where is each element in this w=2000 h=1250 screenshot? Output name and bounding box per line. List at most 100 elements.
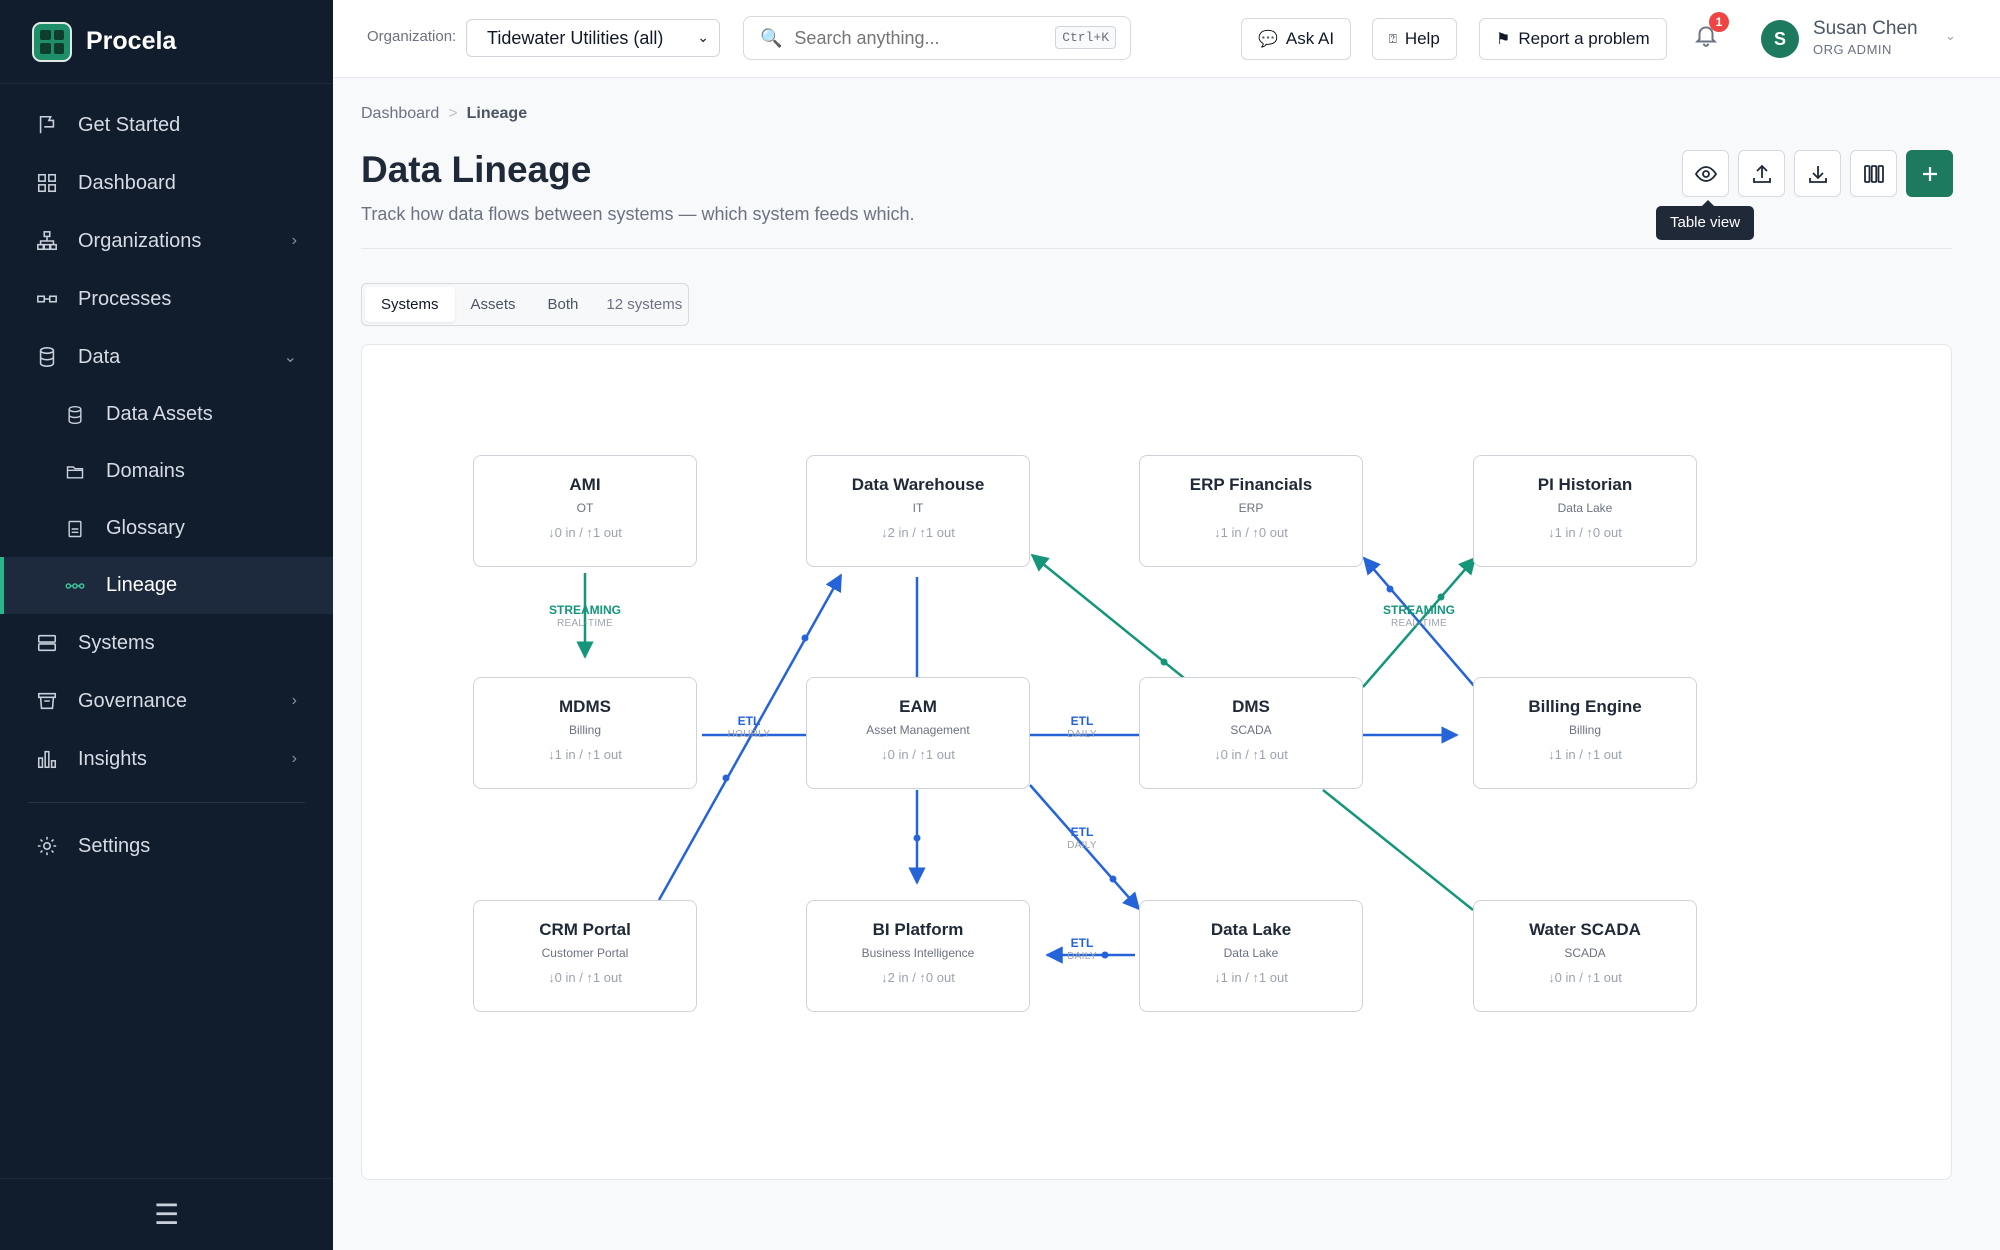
table-view-button[interactable] [1850,150,1897,197]
tab-assets[interactable]: Assets [455,287,532,322]
edge-wscada-dms[interactable] [1322,789,1474,911]
node-counts: ↓1 in / ↑0 out [1548,525,1622,540]
download-icon [1808,165,1827,183]
node-pi-historian[interactable]: PI Historian Data Lake ↓1 in / ↑0 out [1473,455,1697,567]
sidebar-item-data-assets[interactable]: Data Assets [0,386,333,443]
brand[interactable]: Procela [0,0,333,84]
user-role: ORG ADMIN [1813,42,1892,57]
edge-dms-dw[interactable] [1030,553,1185,679]
node-counts: ↓1 in / ↑1 out [1214,970,1288,985]
node-crm-portal[interactable]: CRM Portal Customer Portal ↓0 in / ↑1 ou… [473,900,697,1012]
upload-button[interactable] [1738,150,1785,197]
menu-icon: ☰ [153,1199,180,1230]
upload-icon [1752,164,1771,183]
node-subtitle: Asset Management [866,723,970,737]
node-subtitle: Data Lake [1223,946,1279,960]
node-subtitle: SCADA [1564,946,1606,960]
sidebar-item-label: Data Assets [106,403,213,425]
node-dms[interactable]: DMS SCADA ↓0 in / ↑1 out [1139,677,1363,789]
ask-ai-label: Ask AI [1285,29,1335,48]
node-counts: ↓1 in / ↑1 out [548,747,622,762]
sidebar-item-settings[interactable]: Settings [0,817,333,875]
edge-type: STREAMING [1383,603,1455,617]
node-data-warehouse[interactable]: Data Warehouse IT ↓2 in / ↑1 out [806,455,1030,567]
sidebar-item-dashboard[interactable]: Dashboard [0,154,333,212]
sidebar-item-organizations[interactable]: Organizations › [0,212,333,270]
search-box[interactable]: 🔍 Ctrl+K [743,16,1131,60]
help-button[interactable]: ⍰ Help [1372,18,1457,60]
node-water-scada[interactable]: Water SCADA SCADA ↓0 in / ↑1 out [1473,900,1697,1012]
search-input[interactable] [794,27,1065,49]
collapse-sidebar-button[interactable]: ☰ [0,1178,333,1250]
topbar: Organization: Tidewater Utilities (all) … [333,0,2000,78]
gear-icon [34,833,60,859]
sidebar-item-get-started[interactable]: Get Started [0,96,333,154]
node-counts: ↓0 in / ↑1 out [548,525,622,540]
report-problem-button[interactable]: ⚑ Report a problem [1479,18,1667,60]
sidebar-item-insights[interactable]: Insights › [0,730,333,788]
edge-label-streaming: STREAMING REAL-TIME [545,603,625,631]
ask-ai-button[interactable]: 💬 Ask AI [1241,18,1352,60]
view-button[interactable] [1682,150,1729,197]
node-mdms[interactable]: MDMS Billing ↓1 in / ↑1 out [473,677,697,789]
edge-frequency: DAILY [1067,951,1097,962]
add-button[interactable] [1906,150,1953,197]
sidebar-item-label: Governance [78,689,187,712]
search-icon: 🔍 [760,27,783,48]
edge-dot [913,834,921,842]
tab-both[interactable]: Both [532,287,595,322]
user-name[interactable]: Susan Chen [1813,18,1918,40]
grid-icon [34,170,60,196]
lineage-canvas[interactable]: AMI OT ↓0 in / ↑1 out Data Warehouse IT … [361,344,1952,1180]
divider [361,248,1952,249]
node-data-lake[interactable]: Data Lake Data Lake ↓1 in / ↑1 out [1139,900,1363,1012]
node-erp-financials[interactable]: ERP Financials ERP ↓1 in / ↑0 out [1139,455,1363,567]
tab-systems[interactable]: Systems [365,287,455,322]
node-subtitle: Billing [1568,723,1601,737]
sidebar-item-label: Processes [78,287,172,310]
node-subtitle: IT [912,501,924,515]
breadcrumb-link[interactable]: Dashboard [361,105,439,122]
chevron-right-icon: › [291,232,297,249]
flag-icon [34,112,60,138]
node-ami[interactable]: AMI OT ↓0 in / ↑1 out [473,455,697,567]
edge-dot [1386,585,1394,593]
node-bi-platform[interactable]: BI Platform Business Intelligence ↓2 in … [806,900,1030,1012]
node-subtitle: SCADA [1230,723,1272,737]
book-icon [62,516,88,542]
page-title: Data Lineage [361,149,592,190]
node-title: Data Lake [1210,920,1292,939]
sidebar-item-governance[interactable]: Governance › [0,672,333,730]
org-select[interactable]: Tidewater Utilities (all) ⌄ [466,19,720,57]
sidebar-item-label: Dashboard [78,171,176,194]
sidebar-item-systems[interactable]: Systems [0,614,333,672]
sidebar-item-data[interactable]: Data ⌄ [0,328,333,386]
sidebar-item-processes[interactable]: Processes [0,270,333,328]
chevron-down-icon[interactable]: ⌄ [1945,28,1956,44]
edge-label-etl: ETL DAILY [1052,936,1112,964]
node-eam[interactable]: EAM Asset Management ↓0 in / ↑1 out [806,677,1030,789]
sidebar-nav: Get Started Dashboard Organizations › Pr… [0,84,333,875]
download-button[interactable] [1794,150,1841,197]
node-counts: ↓2 in / ↑1 out [881,525,955,540]
process-icon [34,286,60,312]
node-counts: ↓2 in / ↑0 out [881,970,955,985]
node-title: CRM Portal [539,920,631,939]
node-title: BI Platform [872,920,964,939]
sidebar-divider [28,802,305,803]
sidebar-item-label: Lineage [106,574,178,596]
governance-icon [34,688,60,714]
sidebar: Procela Get Started Dashboard Organizati… [0,0,333,1250]
sidebar-item-label: Get Started [78,113,181,136]
node-subtitle: Customer Portal [541,946,629,960]
sidebar-item-domains[interactable]: Domains [0,443,333,500]
sidebar-item-lineage[interactable]: Lineage [0,557,333,614]
app-name: Procela [86,27,177,55]
database-icon [62,402,88,428]
sidebar-item-glossary[interactable]: Glossary [0,500,333,557]
server-icon [34,630,60,656]
node-subtitle: Billing [568,723,601,737]
node-billing-engine[interactable]: Billing Engine Billing ↓1 in / ↑1 out [1473,677,1697,789]
avatar[interactable]: S [1761,20,1799,58]
page-subtitle: Track how data flows between systems — w… [361,204,915,224]
